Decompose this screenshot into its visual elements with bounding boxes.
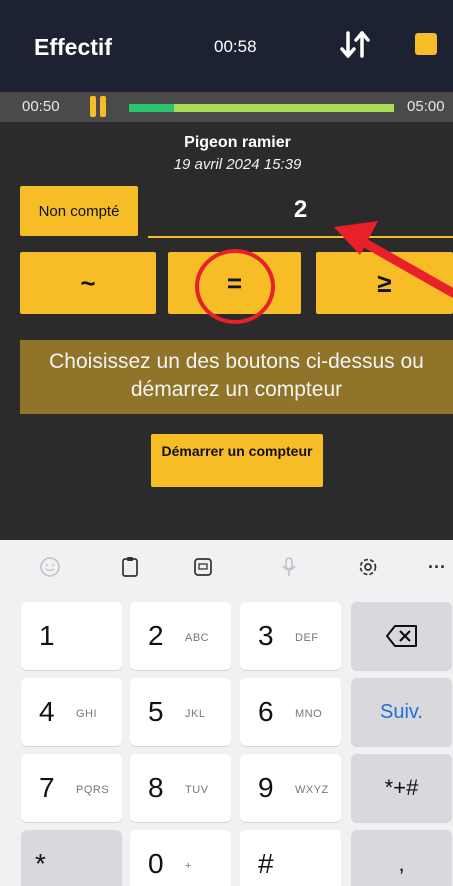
observation-datetime: 19 avril 2024 15:39 <box>173 156 302 173</box>
equal-button[interactable]: = <box>168 252 301 314</box>
species-name: Pigeon ramier <box>184 134 291 151</box>
key-3[interactable]: 3 DEF <box>240 602 341 670</box>
key-5[interactable]: 5 JKL <box>130 678 231 746</box>
pause-icon[interactable] <box>90 96 106 117</box>
key-2[interactable]: 2 ABC <box>130 602 231 670</box>
comma-key[interactable]: , <box>351 830 452 886</box>
stop-icon[interactable] <box>415 33 437 55</box>
star-key[interactable]: * <box>21 830 122 886</box>
key-digit: 8 <box>148 772 164 803</box>
key-letters: JKL <box>185 708 206 720</box>
key-digit: 2 <box>148 620 164 651</box>
key-digit: 0 <box>148 848 164 879</box>
key-letters: GHI <box>76 708 98 720</box>
not-counted-button[interactable]: Non compté <box>20 186 138 236</box>
page-title: Effectif <box>34 34 112 60</box>
hash-key[interactable]: # <box>240 830 341 886</box>
key-letters: PQRS <box>76 784 110 796</box>
total-time: 05:00 <box>407 98 445 115</box>
key-digit: 3 <box>258 620 274 651</box>
elapsed-time: 00:50 <box>22 98 60 115</box>
key-6[interactable]: 6 MNO <box>240 678 341 746</box>
star-label: * <box>35 848 46 879</box>
count-input[interactable]: 2 <box>148 190 453 238</box>
approx-button[interactable]: ~ <box>20 252 156 314</box>
key-7[interactable]: 7 PQRS <box>21 754 122 822</box>
key-digit: 6 <box>258 696 274 727</box>
key-digit: 4 <box>39 696 55 727</box>
emoji-icon[interactable] <box>37 554 63 580</box>
sort-arrows-icon[interactable] <box>338 28 372 62</box>
key-digit: 9 <box>258 772 274 803</box>
symbols-key[interactable]: *+# <box>351 754 452 822</box>
key-4[interactable]: 4 GHI <box>21 678 122 746</box>
numeric-keyboard: ··· 1 2 ABC 3 DEF 4 GHI 5 JKL 6 MNO Suiv… <box>0 540 453 886</box>
keyboard-toolbar: ··· <box>0 540 453 594</box>
next-label: Suiv. <box>380 700 423 723</box>
key-1[interactable]: 1 <box>21 602 122 670</box>
key-9[interactable]: 9 WXYZ <box>240 754 341 822</box>
clipboard-icon[interactable] <box>117 554 143 580</box>
settings-icon[interactable] <box>355 554 381 580</box>
key-8[interactable]: 8 TUV <box>130 754 231 822</box>
key-letters: TUV <box>185 784 209 796</box>
microphone-icon[interactable] <box>276 554 302 580</box>
key-letters: DEF <box>295 632 319 644</box>
backspace-key[interactable] <box>351 602 452 670</box>
key-0[interactable]: 0 + <box>130 830 231 886</box>
key-letters: ABC <box>185 632 210 644</box>
symbols-label: *+# <box>384 775 419 800</box>
key-digit: 7 <box>39 772 55 803</box>
greater-or-equal-button[interactable]: ≥ <box>316 252 453 314</box>
key-letters: MNO <box>295 708 323 720</box>
comma-label: , <box>398 851 405 876</box>
hash-label: # <box>258 848 274 879</box>
progress-fill <box>129 104 174 112</box>
more-icon[interactable]: ··· <box>424 554 450 580</box>
start-counter-button[interactable]: Démarrer un compteur <box>151 434 323 487</box>
key-digit: 5 <box>148 696 164 727</box>
clock-display: 00:58 <box>214 37 257 56</box>
backspace-icon <box>351 602 452 670</box>
sticker-icon[interactable] <box>190 554 216 580</box>
timer-bar: 00:50 05:00 <box>0 92 453 122</box>
next-key[interactable]: Suiv. <box>351 678 452 746</box>
app-screen: Effectif 00:58 00:50 05:00 Pigeon ramier… <box>0 0 453 540</box>
hint-message: Choisissez un des boutons ci-dessus ou d… <box>20 340 453 414</box>
top-bar: Effectif 00:58 <box>0 0 453 92</box>
key-letters: WXYZ <box>295 784 329 796</box>
key-letters: + <box>185 860 192 872</box>
key-digit: 1 <box>39 620 55 651</box>
